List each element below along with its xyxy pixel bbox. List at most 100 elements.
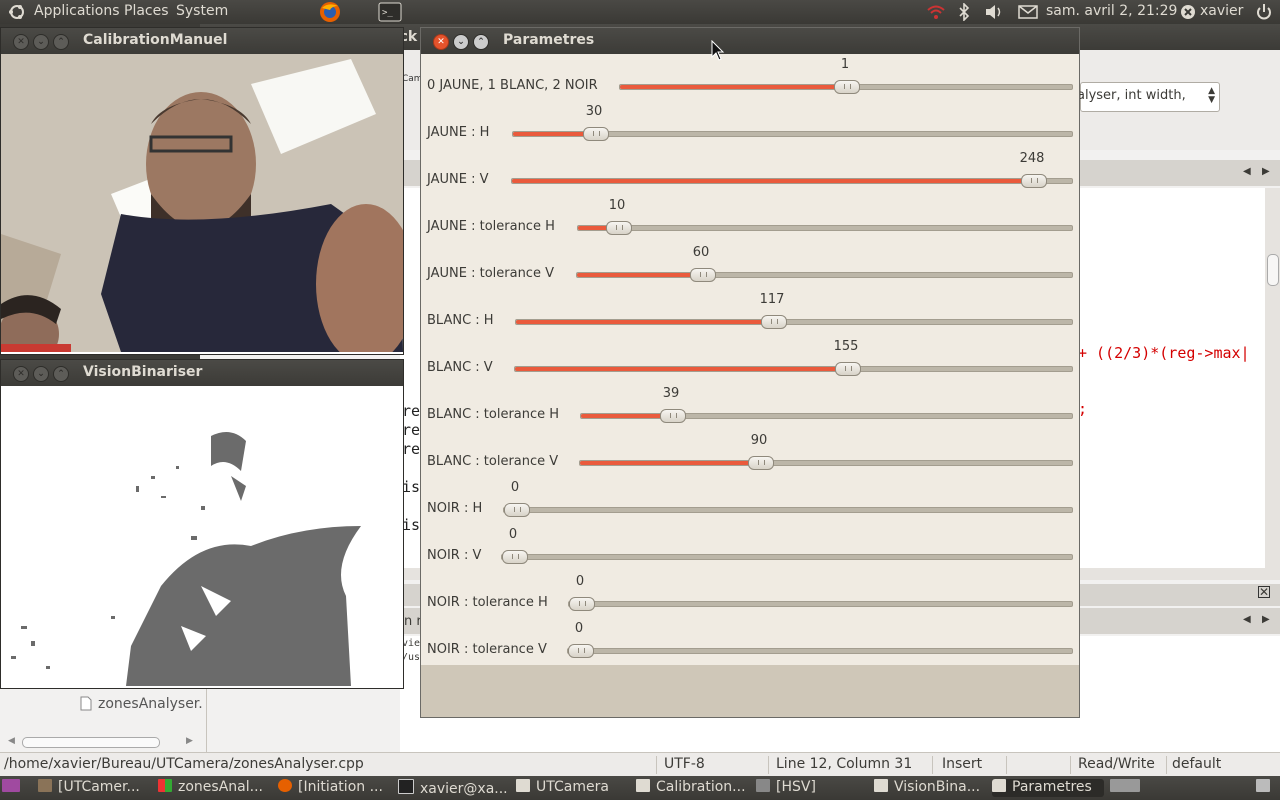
scroll-right-icon[interactable]: ▶: [186, 736, 193, 746]
menu-system[interactable]: System: [176, 3, 228, 19]
taskbar-item[interactable]: Calibration...: [636, 779, 748, 797]
slider-thumb[interactable]: [606, 221, 632, 235]
user-status-icon: [1180, 4, 1196, 24]
slider-track[interactable]: [577, 221, 1073, 235]
slider-value: 0: [575, 574, 585, 589]
slider-track[interactable]: [503, 503, 1073, 517]
file-panel: zonesAnalyser.h ◀ ▶: [0, 686, 207, 752]
bottom-panel-close-icon[interactable]: ✕: [1258, 586, 1271, 598]
taskbar-item[interactable]: [UTCamer...: [38, 779, 150, 797]
slider-thumb[interactable]: [583, 127, 609, 141]
taskbar-item[interactable]: [Initiation ...: [278, 779, 390, 797]
slider-track[interactable]: [511, 174, 1073, 188]
clock[interactable]: sam. avril 2, 21:29: [1046, 3, 1177, 19]
slider-thumb[interactable]: [504, 503, 530, 517]
power-icon[interactable]: [1256, 3, 1272, 25]
close-icon[interactable]: ✕: [13, 34, 29, 50]
slider-thumb[interactable]: [1021, 174, 1047, 188]
slider-track[interactable]: [512, 127, 1073, 141]
minimize-icon[interactable]: ⌄: [33, 366, 49, 382]
trash-icon[interactable]: [1256, 779, 1276, 797]
slider-thumb[interactable]: [502, 550, 528, 564]
slider-thumb[interactable]: [660, 409, 686, 423]
code-vscroll-thumb[interactable]: [1267, 254, 1279, 286]
slider-label: NOIR : V: [427, 548, 482, 563]
file-hscroll-thumb[interactable]: [22, 737, 160, 748]
slider-thumb[interactable]: [748, 456, 774, 470]
taskbar-item[interactable]: [HSV]: [756, 779, 868, 797]
slider-row: NOIR : H 0: [421, 477, 1079, 524]
maximize-icon[interactable]: ⌃: [473, 34, 489, 50]
slider-thumb[interactable]: [834, 80, 860, 94]
volume-icon[interactable]: [984, 4, 1004, 24]
slider-track[interactable]: [514, 362, 1073, 376]
calibration-titlebar[interactable]: ✕ ⌄ ⌃ CalibrationManuel: [1, 28, 403, 54]
bottom-tab-prev-icon[interactable]: ◀: [1243, 614, 1251, 625]
slider-track[interactable]: [568, 597, 1073, 611]
bluetooth-icon[interactable]: [958, 2, 970, 25]
maximize-icon[interactable]: ⌃: [53, 366, 69, 382]
slider-track[interactable]: [515, 315, 1073, 329]
slider-row: JAUNE : tolerance V 60: [421, 242, 1079, 289]
minimize-icon[interactable]: ⌄: [453, 34, 469, 50]
slider-row: BLANC : tolerance V 90: [421, 430, 1079, 477]
function-combo[interactable]: alyser, int width, ▲ ▼: [1077, 82, 1220, 112]
parametres-titlebar[interactable]: ✕ ⌄ ⌃ Parametres: [421, 28, 1079, 54]
minimize-icon[interactable]: ⌄: [33, 34, 49, 50]
file-hscrollbar[interactable]: ◀ ▶: [4, 736, 200, 748]
status-mode: Insert: [938, 756, 1007, 774]
combo-arrows-icon: ▲ ▼: [1208, 86, 1215, 105]
terminal-launcher-icon[interactable]: >_: [378, 2, 402, 26]
close-icon[interactable]: ✕: [13, 366, 29, 382]
status-profile[interactable]: default: [1168, 756, 1276, 774]
taskbar-item-active[interactable]: Parametres: [992, 779, 1104, 797]
workspace-switcher[interactable]: [1110, 779, 1144, 797]
slider-fill: [577, 273, 702, 277]
slider-thumb[interactable]: [761, 315, 787, 329]
taskbar: [UTCamer... zonesAnal... [Initiation ...…: [0, 776, 1280, 800]
slider-track[interactable]: [501, 550, 1073, 564]
slider-row: JAUNE : tolerance H 10: [421, 195, 1079, 242]
top-panel: Applications Places System >_ sam. avril…: [0, 0, 1280, 24]
slider-thumb[interactable]: [568, 644, 594, 658]
slider-row: BLANC : tolerance H 39: [421, 383, 1079, 430]
scroll-left-icon[interactable]: ◀: [8, 736, 15, 746]
taskbar-item[interactable]: UTCamera: [516, 779, 628, 797]
taskbar-item[interactable]: VisionBina...: [874, 779, 986, 797]
taskbar-item[interactable]: zonesAnal...: [158, 779, 270, 797]
tab-next-icon[interactable]: ▶: [1262, 166, 1270, 177]
menu-places[interactable]: Places: [124, 3, 169, 19]
calibration-title: CalibrationManuel: [83, 32, 228, 48]
slider-thumb[interactable]: [569, 597, 595, 611]
vision-titlebar[interactable]: ✕ ⌄ ⌃ VisionBinariser: [1, 360, 403, 386]
camera-image: [1, 54, 403, 352]
slider-row: BLANC : V 155: [421, 336, 1079, 383]
show-desktop-icon[interactable]: [2, 779, 24, 797]
ubuntu-logo-icon[interactable]: [8, 3, 26, 25]
slider-track[interactable]: [580, 409, 1073, 423]
slider-thumb[interactable]: [690, 268, 716, 282]
slider-track[interactable]: [619, 80, 1073, 94]
tab-prev-icon[interactable]: ◀: [1243, 166, 1251, 177]
close-icon[interactable]: ✕: [433, 34, 449, 50]
slider-row: 0 JAUNE, 1 BLANC, 2 NOIR 1: [421, 54, 1079, 101]
tab-fragment[interactable]: Came: [402, 74, 428, 94]
mail-icon[interactable]: [1018, 5, 1038, 23]
status-encoding[interactable]: UTF-8: [660, 756, 769, 774]
status-blank: [1010, 756, 1071, 774]
menu-applications[interactable]: Applications: [34, 3, 120, 19]
slider-track[interactable]: [576, 268, 1073, 282]
code-vscrollbar[interactable]: [1265, 188, 1280, 568]
window-icon: [516, 779, 530, 792]
status-position: Line 12, Column 31: [772, 756, 933, 774]
maximize-icon[interactable]: ⌃: [53, 34, 69, 50]
params-footer: [421, 665, 1079, 717]
slider-track[interactable]: [567, 644, 1073, 658]
user-name[interactable]: xavier: [1200, 3, 1243, 19]
slider-thumb[interactable]: [835, 362, 861, 376]
bottom-tab-next-icon[interactable]: ▶: [1262, 614, 1270, 625]
taskbar-item[interactable]: xavier@xa...: [398, 779, 510, 797]
wifi-icon[interactable]: [926, 4, 946, 24]
slider-track[interactable]: [579, 456, 1073, 470]
file-item[interactable]: zonesAnalyser.h: [98, 696, 202, 712]
